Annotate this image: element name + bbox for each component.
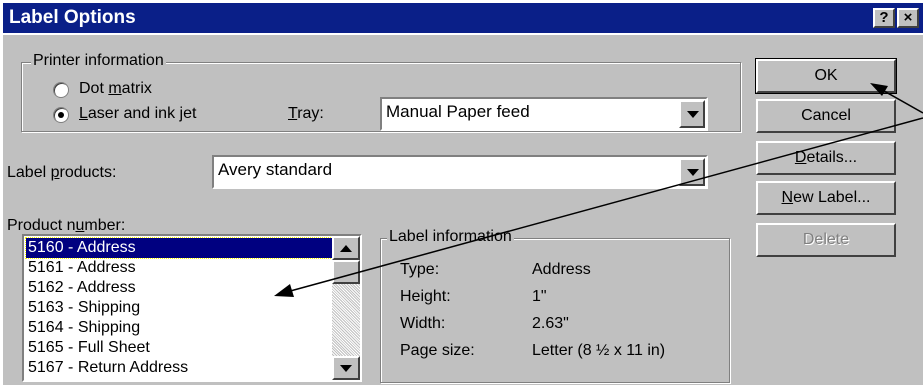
label-options-dialog: Label Options ? × Printer information Do… [0, 0, 923, 390]
arrow-to-list-line [282, 117, 923, 294]
annotation-arrows [274, 83, 923, 297]
arrow-to-ok-head [870, 83, 888, 96]
arrow-to-list-head [274, 284, 294, 297]
